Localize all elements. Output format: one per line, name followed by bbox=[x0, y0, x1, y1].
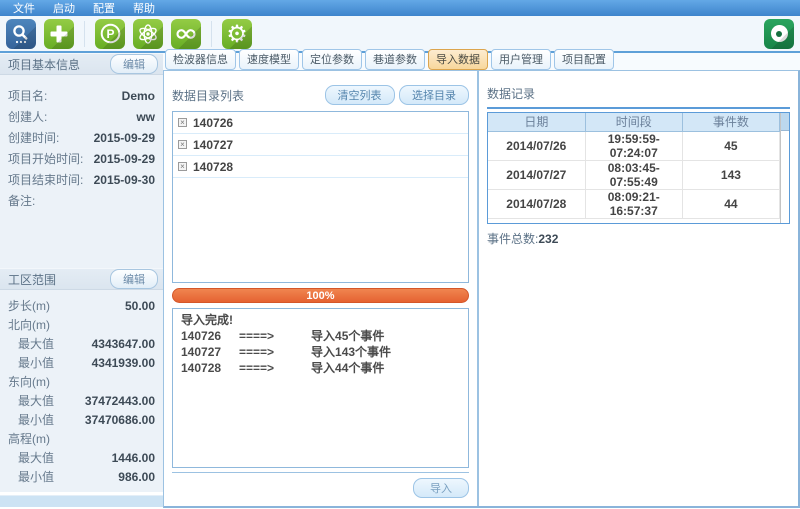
table-row[interactable]: 2014/07/28 08:09:21-16:57:37 44 bbox=[488, 189, 780, 218]
gear-glyph: ⚙ bbox=[226, 19, 248, 49]
work-area-fields: 步长(m) 50.00 北向(m) 最大值 4343647.00 最小值 434… bbox=[0, 290, 163, 492]
log-entry: 140728 ====> 导入44个事件 bbox=[181, 360, 460, 376]
table-header-row: 日期 时间段 事件数 bbox=[488, 113, 780, 131]
field-north-min: 最小值 4341939.00 bbox=[0, 353, 163, 372]
tabbar: 检波器信息 速度模型 定位参数 巷道参数 导入数据 用户管理 项目配置 bbox=[163, 53, 800, 70]
work-area-header: 工区范围 编辑 bbox=[0, 268, 163, 290]
tab-content: 数据目录列表 清空列表 选择目录 × 140726 × 1 bbox=[163, 70, 800, 508]
field-creator: 创建人: ww bbox=[0, 106, 163, 127]
import-footer: 导入 bbox=[172, 472, 469, 498]
record-disc-glyph bbox=[771, 25, 788, 42]
project-info-header: 项目基本信息 编辑 bbox=[0, 53, 163, 75]
progress-percent: 100% bbox=[306, 290, 334, 302]
search-icon[interactable] bbox=[6, 19, 36, 49]
records-title-rule bbox=[487, 107, 790, 109]
field-east-max: 最大值 37472443.00 bbox=[0, 391, 163, 410]
add-icon[interactable] bbox=[44, 19, 74, 49]
p-wave-icon[interactable]: P bbox=[95, 19, 125, 49]
tab-detector-info[interactable]: 检波器信息 bbox=[165, 49, 236, 70]
field-east-group: 东向(m) bbox=[0, 372, 163, 391]
directory-list: × 140726 × 140727 × 140728 bbox=[172, 111, 469, 283]
data-records-panel: 数据记录 日期 时间段 事件数 bbox=[479, 71, 798, 506]
tab-tunnel-params[interactable]: 巷道参数 bbox=[365, 49, 425, 70]
magnifier-glyph bbox=[10, 23, 32, 45]
app-window: 文件 启动 配置 帮助 P bbox=[0, 0, 800, 509]
tab-project-config[interactable]: 项目配置 bbox=[554, 49, 614, 70]
directory-item[interactable]: × 140727 bbox=[173, 134, 468, 156]
plus-glyph bbox=[48, 23, 70, 45]
infinity-glyph bbox=[174, 22, 198, 46]
directory-item[interactable]: × 140726 bbox=[173, 112, 468, 134]
log-entry: 140727 ====> 导入143个事件 bbox=[181, 344, 460, 360]
infinity-icon[interactable] bbox=[171, 19, 201, 49]
field-elevation-max: 最大值 1446.00 bbox=[0, 448, 163, 467]
menubar: 文件 启动 配置 帮助 bbox=[0, 0, 800, 16]
project-info-title: 项目基本信息 bbox=[8, 56, 80, 73]
toolbar-separator bbox=[84, 21, 85, 47]
field-east-min: 最小值 37470686.00 bbox=[0, 410, 163, 429]
event-total: 事件总数:232 bbox=[487, 230, 790, 247]
tab-import-data[interactable]: 导入数据 bbox=[428, 49, 488, 70]
menu-help[interactable]: 帮助 bbox=[124, 0, 164, 16]
import-progress-bar: 100% bbox=[172, 288, 469, 303]
select-directory-button[interactable]: 选择目录 bbox=[399, 85, 469, 105]
import-data-panel: 数据目录列表 清空列表 选择目录 × 140726 × 1 bbox=[164, 71, 479, 506]
record-icon[interactable] bbox=[764, 19, 794, 49]
remove-directory-icon[interactable]: × bbox=[178, 140, 187, 149]
menu-start[interactable]: 启动 bbox=[44, 0, 84, 16]
menu-config[interactable]: 配置 bbox=[84, 0, 124, 16]
directory-name: 140727 bbox=[193, 138, 233, 152]
import-log: 导入完成! 140726 ====> 导入45个事件 140727 ====> … bbox=[172, 308, 469, 468]
content-area: 项目基本信息 编辑 项目名: Demo 创建人: ww 创建时间: 2015-0… bbox=[0, 51, 800, 492]
table-row[interactable]: 2014/07/27 08:03:45-07:55:49 143 bbox=[488, 160, 780, 189]
records-title: 数据记录 bbox=[487, 85, 790, 102]
project-sidebar: 项目基本信息 编辑 项目名: Demo 创建人: ww 创建时间: 2015-0… bbox=[0, 53, 163, 492]
main-area: 检波器信息 速度模型 定位参数 巷道参数 导入数据 用户管理 项目配置 数据目录… bbox=[163, 53, 800, 492]
header-date[interactable]: 日期 bbox=[488, 113, 585, 131]
field-north-group: 北向(m) bbox=[0, 315, 163, 334]
menu-file[interactable]: 文件 bbox=[4, 0, 44, 16]
import-button[interactable]: 导入 bbox=[413, 478, 469, 498]
directory-list-label: 数据目录列表 bbox=[172, 87, 244, 104]
clear-list-button[interactable]: 清空列表 bbox=[325, 85, 395, 105]
work-area-title: 工区范围 bbox=[8, 271, 56, 288]
records-table: 日期 时间段 事件数 2014/07/26 19:59:59-07:24:07 bbox=[487, 112, 790, 224]
header-time-range[interactable]: 时间段 bbox=[585, 113, 682, 131]
header-event-count[interactable]: 事件数 bbox=[682, 113, 779, 131]
field-project-name: 项目名: Demo bbox=[0, 85, 163, 106]
directory-item[interactable]: × 140728 bbox=[173, 156, 468, 178]
table-scrollbar[interactable] bbox=[780, 113, 789, 223]
project-info-fields: 项目名: Demo 创建人: ww 创建时间: 2015-09-29 项目开始时… bbox=[0, 75, 163, 211]
log-done-line: 导入完成! bbox=[181, 312, 460, 328]
atom-icon[interactable] bbox=[133, 19, 163, 49]
log-entry: 140726 ====> 导入45个事件 bbox=[181, 328, 460, 344]
directory-name: 140728 bbox=[193, 160, 233, 174]
field-elevation-group: 高程(m) bbox=[0, 429, 163, 448]
field-create-time: 创建时间: 2015-09-29 bbox=[0, 127, 163, 148]
tab-user-management[interactable]: 用户管理 bbox=[491, 49, 551, 70]
table-row[interactable]: 2014/07/26 19:59:59-07:24:07 45 bbox=[488, 131, 780, 160]
field-remark: 备注: bbox=[0, 190, 163, 211]
field-start-time: 项目开始时间: 2015-09-29 bbox=[0, 148, 163, 169]
field-north-max: 最大值 4343647.00 bbox=[0, 334, 163, 353]
directory-name: 140726 bbox=[193, 116, 233, 130]
settings-gear-icon[interactable]: ⚙ bbox=[222, 19, 252, 49]
field-end-time: 项目结束时间: 2015-09-30 bbox=[0, 169, 163, 190]
work-area-edit-button[interactable]: 编辑 bbox=[110, 269, 158, 289]
field-step: 步长(m) 50.00 bbox=[0, 296, 163, 315]
field-elevation-min: 最小值 986.00 bbox=[0, 467, 163, 486]
remove-directory-icon[interactable]: × bbox=[178, 118, 187, 127]
svg-text:P: P bbox=[106, 27, 114, 41]
atom-glyph bbox=[136, 22, 160, 46]
tab-location-params[interactable]: 定位参数 bbox=[302, 49, 362, 70]
tab-velocity-model[interactable]: 速度模型 bbox=[239, 49, 299, 70]
remove-directory-icon[interactable]: × bbox=[178, 162, 187, 171]
toolbar: P ⚙ bbox=[0, 16, 800, 51]
p-circle-glyph: P bbox=[99, 22, 122, 45]
project-info-edit-button[interactable]: 编辑 bbox=[110, 54, 158, 74]
toolbar-separator bbox=[211, 21, 212, 47]
